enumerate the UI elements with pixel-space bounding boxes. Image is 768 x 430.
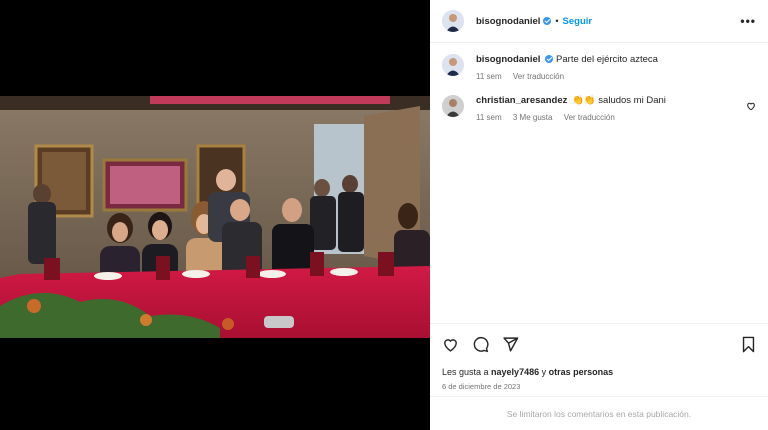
post-author-username[interactable]: bisognodaniel xyxy=(476,16,540,27)
like-comment-heart-icon[interactable] xyxy=(746,98,756,116)
likes-prefix: Les gusta a xyxy=(442,367,492,377)
comment-text: 👏👏 saludos mi Dani xyxy=(572,95,666,106)
caption-username[interactable]: bisognodaniel xyxy=(476,54,540,65)
verified-badge-icon xyxy=(545,55,554,63)
caption-item: bisognodaniel Parte del ejército azteca … xyxy=(442,53,756,81)
like-heart-icon[interactable] xyxy=(442,336,459,353)
media-pane xyxy=(0,0,430,430)
post-date[interactable]: 6 de diciembre de 2023 xyxy=(442,382,756,391)
banquet-photo xyxy=(0,96,430,338)
comments-list: bisognodaniel Parte del ejército azteca … xyxy=(430,43,768,323)
more-options-icon[interactable]: ••• xyxy=(740,14,756,28)
post-side-panel: bisognodaniel • Seguir ••• bisognodaniel… xyxy=(430,0,768,430)
verified-badge-icon xyxy=(543,17,552,25)
avatar-image xyxy=(442,54,464,76)
comment-item: christian_aresandez 👏👏 saludos mi Dani 1… xyxy=(442,94,756,122)
likes-user-link[interactable]: nayely7486 xyxy=(491,367,539,377)
post-photo[interactable] xyxy=(0,96,430,338)
separator-dot: • xyxy=(555,16,559,26)
comment-username[interactable]: christian_aresandez xyxy=(476,95,567,106)
translate-link[interactable]: Ver traducción xyxy=(564,113,615,122)
comment-bubble-icon[interactable] xyxy=(472,336,489,353)
share-send-icon[interactable] xyxy=(502,336,519,353)
avatar-image xyxy=(442,10,464,32)
comments-limited-notice: Se limitaron los comentarios en esta pub… xyxy=(430,396,768,430)
translate-link[interactable]: Ver traducción xyxy=(513,72,564,81)
comment-likes[interactable]: 3 Me gusta xyxy=(513,113,553,122)
likes-others-link[interactable]: otras personas xyxy=(549,367,614,377)
comment-time[interactable]: 11 sem xyxy=(476,113,502,122)
post-header: bisognodaniel • Seguir ••• xyxy=(430,0,768,43)
likes-middle: y xyxy=(539,367,549,377)
post-actions: Les gusta a nayely7486 y otras personas … xyxy=(430,323,768,391)
likes-summary: Les gusta a nayely7486 y otras personas xyxy=(442,367,756,377)
avatar-image xyxy=(442,95,464,117)
save-bookmark-icon[interactable] xyxy=(741,336,756,353)
caption-text: Parte del ejército azteca xyxy=(556,54,658,65)
caption-time[interactable]: 11 sem xyxy=(476,72,502,81)
follow-button[interactable]: Seguir xyxy=(563,16,593,27)
avatar[interactable] xyxy=(442,10,464,32)
avatar[interactable] xyxy=(442,54,464,76)
avatar[interactable] xyxy=(442,95,464,117)
